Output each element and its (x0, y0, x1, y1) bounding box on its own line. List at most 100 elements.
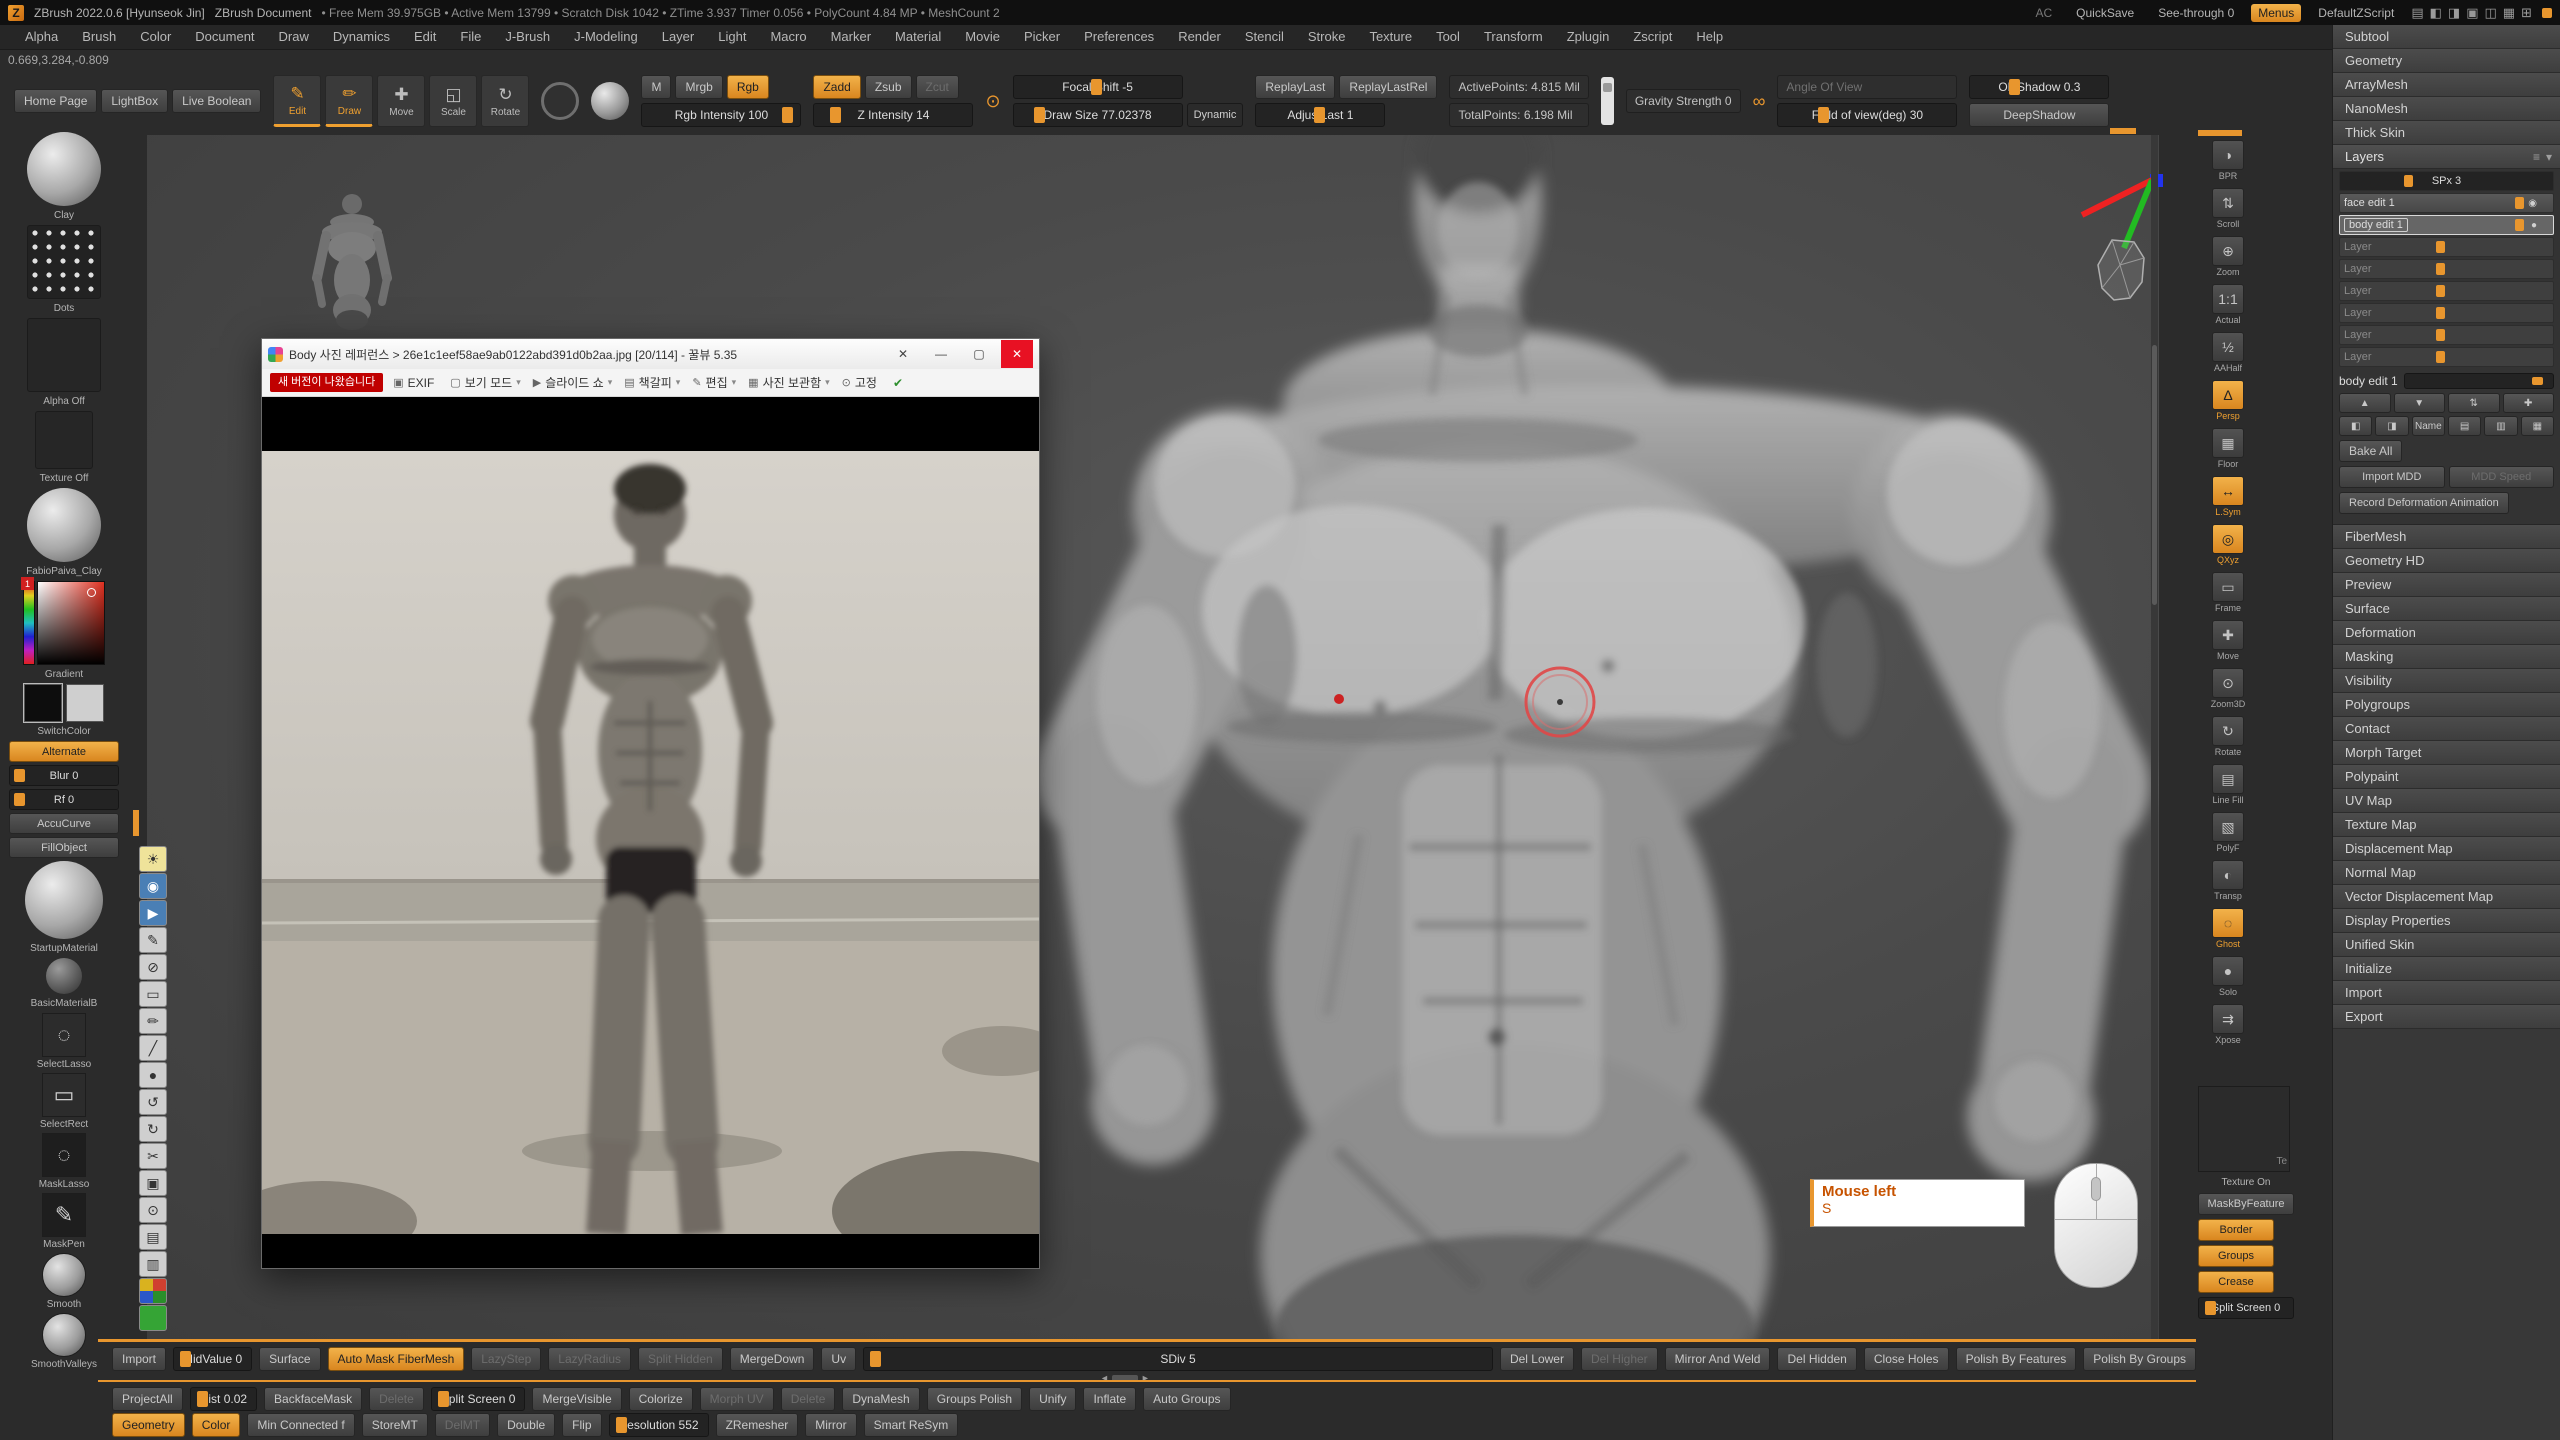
quicksave-button[interactable]: QuickSave (2069, 4, 2141, 22)
bottom-button[interactable]: Resolution 552 (609, 1413, 709, 1437)
panel-section[interactable]: Geometry (2333, 49, 2560, 73)
layer-row[interactable]: face edit 1 ◉ (2339, 193, 2554, 213)
alpha-thumbnail[interactable] (27, 318, 101, 392)
layer-control-button[interactable]: ▼ (2394, 393, 2446, 413)
layer-control-button[interactable]: ▥ (2484, 416, 2517, 436)
Frame[interactable]: ▭ Frame (2212, 572, 2244, 618)
see-through-slider[interactable]: See-through 0 (2151, 4, 2241, 22)
bottom-button[interactable]: Double (497, 1413, 555, 1437)
accucurve-button[interactable]: AccuCurve (9, 813, 119, 834)
layer-control-button[interactable]: ◧ (2339, 416, 2372, 436)
mode-button[interactable]: ↻Rotate (481, 75, 529, 127)
photo-toolbar-item[interactable]: ▣ EXIF (393, 376, 438, 390)
layers-menu-icon[interactable]: ≡ (2533, 150, 2540, 164)
menu-item[interactable]: Texture (1358, 25, 1423, 49)
Transp[interactable]: ◐ Transp (2212, 860, 2244, 906)
swatch-icon[interactable] (139, 1305, 167, 1331)
panel-section[interactable]: Texture Map (2333, 813, 2560, 837)
panel-section[interactable]: Export (2333, 1005, 2560, 1029)
bottom-button[interactable]: ProjectAll (112, 1387, 183, 1411)
bottom-button[interactable]: Auto Mask FiberMesh (328, 1347, 465, 1371)
photo-window-titlebar[interactable]: Body 사진 레퍼런스 > 26e1c1eef58ae9ab0122abd39… (262, 339, 1039, 369)
blur-slider[interactable]: Blur 0 (9, 765, 119, 786)
camera-icon[interactable]: ⊙ (139, 1197, 167, 1223)
Solo[interactable]: ● Solo (2212, 956, 2244, 1002)
layout-icon[interactable]: ▣ (2466, 5, 2478, 21)
mask-by-feature-button[interactable]: MaskByFeature (2198, 1193, 2294, 1215)
panel-section[interactable]: Import (2333, 981, 2560, 1005)
bake-all-button[interactable]: Bake All (2339, 440, 2402, 462)
crease-button[interactable]: Crease (2198, 1271, 2274, 1293)
bottom-button[interactable]: Surface (259, 1347, 320, 1371)
menu-item[interactable]: Zscript (1622, 25, 1683, 49)
Floor[interactable]: ▦ Floor (2212, 428, 2244, 474)
menus-button[interactable]: Menus (2251, 4, 2301, 22)
bottom-button[interactable]: MergeDown (730, 1347, 815, 1371)
menu-item[interactable]: J-Modeling (563, 25, 649, 49)
bottom-button[interactable]: Split Screen 0 (431, 1387, 526, 1411)
undo-icon[interactable]: ↺ (139, 1089, 167, 1115)
bottom-button[interactable]: Polish By Features (1956, 1347, 2077, 1371)
layer-control-button[interactable]: ▤ (2448, 416, 2481, 436)
layer-row[interactable]: body edit 1 ● (2339, 215, 2554, 235)
texture-preview-thumbnail[interactable]: Te (2198, 1086, 2290, 1172)
bottom-button[interactable]: Del Hidden (1777, 1347, 1856, 1371)
layout-icon[interactable]: ◧ (2430, 5, 2442, 21)
panel-section[interactable]: Normal Map (2333, 861, 2560, 885)
menu-item[interactable]: Transform (1473, 25, 1554, 49)
divider-slider[interactable] (1601, 77, 1614, 125)
panel-section[interactable]: Initialize (2333, 957, 2560, 981)
menu-item[interactable]: Stroke (1297, 25, 1357, 49)
quick-tool-thumbnail[interactable]: ◌ (42, 1133, 86, 1177)
import-mdd-button[interactable]: Import MDD (2339, 466, 2445, 488)
photo-toolbar-item[interactable]: ▦ 사진 보관함 ▾ (748, 374, 829, 391)
menu-item[interactable]: Help (1685, 25, 1734, 49)
bottom-button[interactable]: LazyRadius (548, 1347, 631, 1371)
bottom-button[interactable]: Polish By Groups (2083, 1347, 2196, 1371)
rf-slider[interactable]: Rf 0 (9, 789, 119, 810)
Rotate[interactable]: ↻ Rotate (2212, 716, 2244, 762)
bottom-button[interactable]: Delete (369, 1387, 424, 1411)
palette-icon[interactable] (139, 1278, 167, 1304)
focal-shift-slider[interactable]: Focal Shift -5 (1013, 75, 1183, 99)
document-icon[interactable]: ▤ (139, 1224, 167, 1250)
panel-section[interactable]: Deformation (2333, 621, 2560, 645)
bottom-button[interactable]: DelMT (435, 1413, 490, 1437)
quick-tool-thumbnail[interactable]: ✎ (42, 1193, 86, 1237)
saturation-value-box[interactable] (37, 581, 105, 665)
z-intensity-slider[interactable]: Z Intensity 14 (813, 103, 973, 127)
bottom-button[interactable]: Smart ReSym (864, 1413, 959, 1437)
adjust-last-slider[interactable]: AdjustLast 1 (1255, 103, 1385, 127)
menu-item[interactable]: Picker (1013, 25, 1071, 49)
layer-mode-icon[interactable]: ● (2531, 220, 2537, 231)
obj-shadow-slider[interactable]: ObjShadow 0.3 (1969, 75, 2109, 99)
layout-icon[interactable]: ▦ (2503, 5, 2515, 21)
gravity-strength-slider[interactable]: Gravity Strength 0 (1626, 89, 1741, 113)
light-icon[interactable]: ☀ (139, 846, 167, 872)
photo-toolbar-item[interactable]: ▢ 보기 모드 ▾ (450, 374, 520, 391)
rgb-intensity-slider[interactable]: Rgb Intensity 100 (641, 103, 801, 127)
menu-item[interactable]: Tool (1425, 25, 1471, 49)
panel-section[interactable]: Polygroups (2333, 693, 2560, 717)
panel-section[interactable]: Contact (2333, 717, 2560, 741)
fill-object-button[interactable]: FillObject (9, 837, 119, 858)
document-thumbnail[interactable] (302, 188, 402, 338)
quick-tool-thumbnail[interactable]: ▭ (42, 1073, 86, 1117)
Persp[interactable]: Δ Persp (2212, 380, 2244, 426)
bottom-button[interactable]: Geometry (112, 1413, 185, 1437)
layer-row[interactable]: Layer (2339, 325, 2554, 345)
dot-icon[interactable]: ● (139, 1062, 167, 1088)
paint-mode-button[interactable]: Rgb (727, 75, 769, 99)
quick-tool-thumbnail[interactable] (42, 1313, 86, 1357)
panel-section[interactable]: Displacement Map (2333, 837, 2560, 861)
menu-item[interactable]: Brush (71, 25, 127, 49)
photo-toolbar-item[interactable]: ▤ 책갈피 ▾ (624, 374, 680, 391)
panel-section[interactable]: Display Properties (2333, 909, 2560, 933)
panel-section[interactable]: Geometry HD (2333, 549, 2560, 573)
nav-button[interactable]: Home Page (14, 89, 97, 113)
layer-intensity-slider[interactable] (2404, 373, 2554, 389)
material-preview-icon[interactable] (591, 82, 629, 120)
maximize-button[interactable]: ▢ (963, 340, 995, 368)
layout-icon[interactable]: ⊞ (2521, 5, 2532, 21)
layers-header[interactable]: Layers ≡▾ (2333, 145, 2560, 169)
